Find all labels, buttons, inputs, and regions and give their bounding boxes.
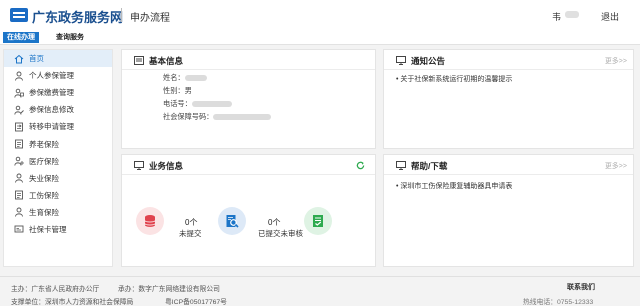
sidebar: 首页 个人参保管理 参保缴费管理 参保信息修改 转移申请管理 养老保险 医疗保险… [3, 49, 113, 267]
logo-icon [10, 8, 28, 22]
sidebar-item-transfer[interactable]: 转移申请管理 [4, 118, 112, 135]
panel-header: 业务信息 [122, 155, 375, 175]
person-card-icon [14, 88, 24, 98]
document-icon [14, 190, 24, 200]
sidebar-item-label: 转移申请管理 [29, 122, 74, 132]
card-icon [14, 224, 24, 234]
help-download-panel: 帮助/下载 更多>> • 深圳市工伤保险康复辅助器具申请表 [383, 154, 634, 267]
name-label: 姓名： [163, 73, 185, 82]
ssn-row: 社会保障号码： [163, 112, 272, 122]
logout-button[interactable]: 退出 [601, 10, 619, 23]
name-row: 姓名： [163, 73, 207, 83]
tab-bar: 在线办理 查询服务 [0, 30, 640, 45]
submitted-unreviewed-count[interactable]: 0个 [268, 217, 280, 228]
phone-redacted [191, 101, 232, 108]
monitor-icon [396, 56, 406, 65]
user-name-redacted [565, 11, 579, 18]
tab-query-service[interactable]: 查询服务 [52, 32, 88, 43]
panel-header: 基本信息 [122, 50, 375, 70]
database-icon [136, 207, 164, 235]
panel-title: 业务信息 [149, 161, 184, 171]
footer-organizer: 承办：数字广东网络建设有限公司 [118, 286, 220, 293]
help-more-link[interactable]: 更多>> [605, 161, 627, 171]
panel-header: 帮助/下载 更多>> [384, 155, 633, 175]
notice-panel: 通知公告 更多>> • 关于社保新系统运行初期的温馨提示 [383, 49, 634, 149]
sidebar-item-personal-insurance[interactable]: 个人参保管理 [4, 67, 112, 84]
document-icon [14, 139, 24, 149]
monitor-icon [396, 161, 406, 170]
sidebar-item-info-edit[interactable]: 参保信息修改 [4, 101, 112, 118]
site-footer: 主办：广东省人民政府办公厅 承办：数字广东网络建设有限公司 支撑单位：深圳市人力… [0, 276, 640, 306]
name-redacted [184, 75, 207, 82]
footer-icp[interactable]: 粤ICP备05017767号 [165, 296, 227, 306]
person-edit-icon [14, 105, 24, 115]
monitor-icon [134, 161, 144, 170]
sidebar-item-label: 个人参保管理 [29, 71, 74, 81]
ssn-redacted [213, 114, 272, 121]
sidebar-item-label: 工伤保险 [29, 190, 59, 200]
site-title[interactable]: 广东政务服务网 [32, 7, 123, 26]
panel-title: 基本信息 [149, 56, 184, 66]
sidebar-item-work-injury[interactable]: 工伤保险 [4, 187, 112, 204]
tab-online-service[interactable]: 在线办理 [3, 32, 39, 43]
sidebar-item-payment[interactable]: 参保缴费管理 [4, 84, 112, 101]
person-icon [14, 71, 24, 81]
phone-row: 电话号： [163, 99, 232, 109]
sidebar-item-label: 失业保险 [29, 173, 59, 183]
footer-host: 主办：广东省人民政府办公厅 [11, 286, 100, 293]
person-icon [14, 207, 24, 217]
notice-more-link[interactable]: 更多>> [605, 56, 627, 66]
phone-label: 电话号： [163, 99, 192, 108]
help-item[interactable]: • 深圳市工伤保险康复辅助器具申请表 [396, 181, 512, 191]
notice-item-text: 关于社保新系统运行初期的温馨提示 [400, 76, 513, 83]
search-document-icon [218, 207, 246, 235]
person-icon [14, 173, 24, 183]
contact-us-link[interactable]: 联系我们 [567, 282, 595, 292]
gender-row: 性别：男 [163, 86, 192, 96]
sidebar-item-card[interactable]: 社保卡管理 [4, 221, 112, 238]
sidebar-item-label: 参保信息修改 [29, 105, 74, 115]
home-icon [14, 54, 24, 64]
sidebar-item-label: 参保缴费管理 [29, 88, 74, 98]
user-name[interactable]: 韦 [552, 10, 561, 23]
site-header: 广东政务服务网 申办流程 韦 退出 [0, 0, 640, 30]
gender-label: 性别： [163, 86, 185, 95]
panel-title: 通知公告 [411, 56, 446, 66]
panel-title: 帮助/下载 [411, 161, 448, 171]
ssn-label: 社会保障号码： [163, 112, 214, 121]
gender-value: 男 [184, 86, 192, 95]
footer-support: 支撑单位：深圳市人力资源和社会保障局 [11, 299, 134, 306]
footer-hotline: 热线电话：0755-12333 [523, 299, 594, 306]
header-divider [121, 8, 122, 22]
sidebar-item-maternity[interactable]: 生育保险 [4, 204, 112, 221]
id-card-icon [134, 56, 144, 65]
transfer-icon [14, 122, 24, 132]
sidebar-item-label: 养老保险 [29, 139, 59, 149]
page-subtitle: 申办流程 [130, 13, 170, 24]
help-item-text: 深圳市工伤保险康复辅助器具申请表 [400, 183, 513, 190]
sidebar-item-label: 社保卡管理 [29, 224, 67, 234]
checklist-icon [304, 207, 332, 235]
sidebar-item-label: 首页 [29, 54, 44, 64]
sidebar-item-home[interactable]: 首页 [4, 50, 112, 68]
sidebar-item-label: 生育保险 [29, 207, 59, 217]
sidebar-item-unemployment[interactable]: 失业保险 [4, 170, 112, 187]
panel-header: 通知公告 更多>> [384, 50, 633, 70]
not-submitted-label: 未提交 [179, 229, 202, 238]
notice-item[interactable]: • 关于社保新系统运行初期的温馨提示 [396, 74, 512, 84]
business-info-panel: 业务信息 0个 未提交 0个 已提交未审核 [121, 154, 376, 267]
refresh-icon[interactable] [356, 161, 365, 170]
sidebar-item-pension[interactable]: 养老保险 [4, 135, 112, 152]
medical-icon [14, 156, 24, 166]
basic-info-panel: 基本信息 姓名： 性别：男 电话号： 社会保障号码： [121, 49, 376, 149]
sidebar-item-label: 医疗保险 [29, 156, 59, 166]
submitted-unreviewed-label: 已提交未审核 [258, 229, 303, 238]
not-submitted-count[interactable]: 0个 [185, 217, 197, 228]
sidebar-item-medical[interactable]: 医疗保险 [4, 153, 112, 170]
